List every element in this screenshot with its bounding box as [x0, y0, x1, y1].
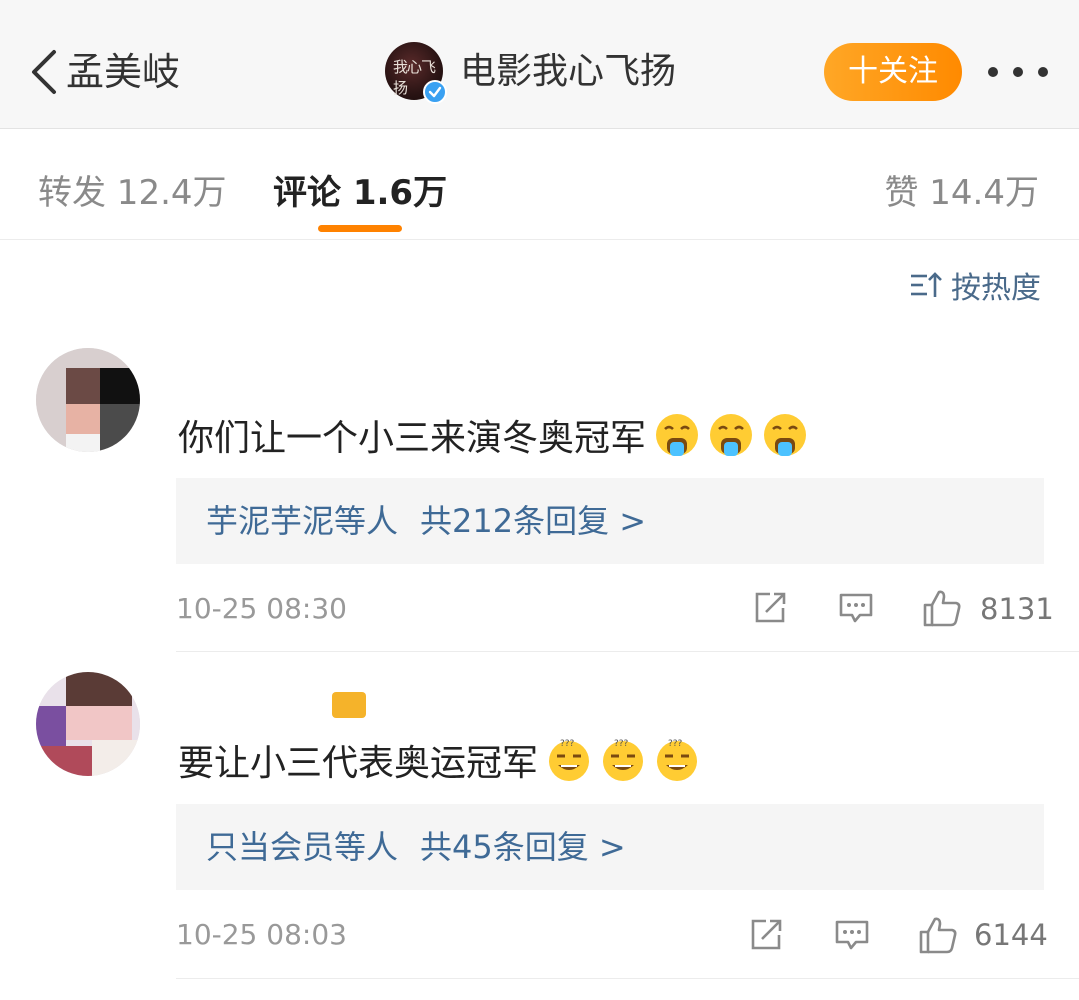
like-thumb-icon[interactable] — [922, 588, 962, 628]
vomit-emoji-icon — [764, 414, 807, 456]
confused-emoji-icon: ??? — [657, 739, 698, 781]
comment-text: 你们让一个小三来演冬奥冠军 — [178, 418, 647, 459]
comment-divider — [176, 978, 1079, 979]
account-name[interactable]: 电影我心飞扬 — [460, 46, 676, 98]
like-count: 6144 — [974, 918, 1048, 952]
reply-icon[interactable] — [834, 917, 870, 953]
sort-toggle[interactable]: 按热度 — [909, 265, 1041, 306]
comment-text-row: 要让小三代表奥运冠军 ??? ??? ??? — [178, 735, 700, 785]
share-icon[interactable] — [752, 590, 788, 626]
tab-bar: 转发 12.4万 评论 1.6万 赞 14.4万 — [0, 129, 1079, 240]
avatar[interactable] — [36, 348, 140, 452]
tab-repost[interactable]: 转发 12.4万 — [38, 165, 227, 214]
sort-icon — [911, 272, 942, 297]
username-obscured — [168, 360, 378, 398]
replies-preview[interactable]: 只当会员等人 共45条回复 > — [176, 804, 1044, 890]
verified-badge-icon — [423, 80, 447, 104]
back-label[interactable]: 孟美岐 — [66, 46, 180, 98]
svg-text:???: ??? — [614, 739, 629, 749]
vomit-emoji-icon — [710, 414, 753, 456]
comment-text: 要让小三代表奥运冠军 — [178, 743, 539, 784]
member-badge-icon — [332, 692, 366, 718]
svg-text:???: ??? — [560, 739, 575, 749]
replies-preview[interactable]: 芋泥芋泥等人 共212条回复 > — [176, 478, 1044, 564]
comment-divider — [176, 651, 1079, 652]
confused-emoji-icon: ??? — [549, 739, 590, 781]
top-bar: 孟美岐 我心飞扬 电影我心飞扬 十关注 — [0, 0, 1079, 129]
vomit-emoji-icon — [656, 414, 699, 456]
replies-count: 共212条回复 > — [420, 502, 647, 540]
follow-button[interactable]: 十关注 — [824, 43, 962, 101]
tab-comments[interactable]: 评论 1.6万 — [273, 165, 447, 214]
comment-time: 10-25 08:30 — [176, 592, 347, 625]
replies-who: 芋泥芋泥等人 — [206, 502, 399, 540]
avatar[interactable] — [36, 672, 140, 776]
like-count: 8131 — [980, 592, 1054, 626]
back-arrow-icon[interactable] — [28, 48, 60, 96]
comment-text-row: 你们让一个小三来演冬奥冠军 — [178, 410, 808, 460]
tab-likes[interactable]: 赞 14.4万 — [884, 165, 1039, 214]
more-options-icon[interactable] — [988, 62, 1048, 82]
active-tab-indicator — [318, 225, 402, 232]
share-icon[interactable] — [748, 917, 784, 953]
confused-emoji-icon: ??? — [603, 739, 644, 781]
like-thumb-icon[interactable] — [918, 915, 958, 955]
sort-label: 按热度 — [951, 271, 1041, 306]
reply-icon[interactable] — [838, 590, 874, 626]
svg-text:???: ??? — [668, 739, 683, 749]
replies-who: 只当会员等人 — [206, 828, 399, 866]
replies-count: 共45条回复 > — [420, 828, 626, 866]
comment-time: 10-25 08:03 — [176, 918, 347, 951]
